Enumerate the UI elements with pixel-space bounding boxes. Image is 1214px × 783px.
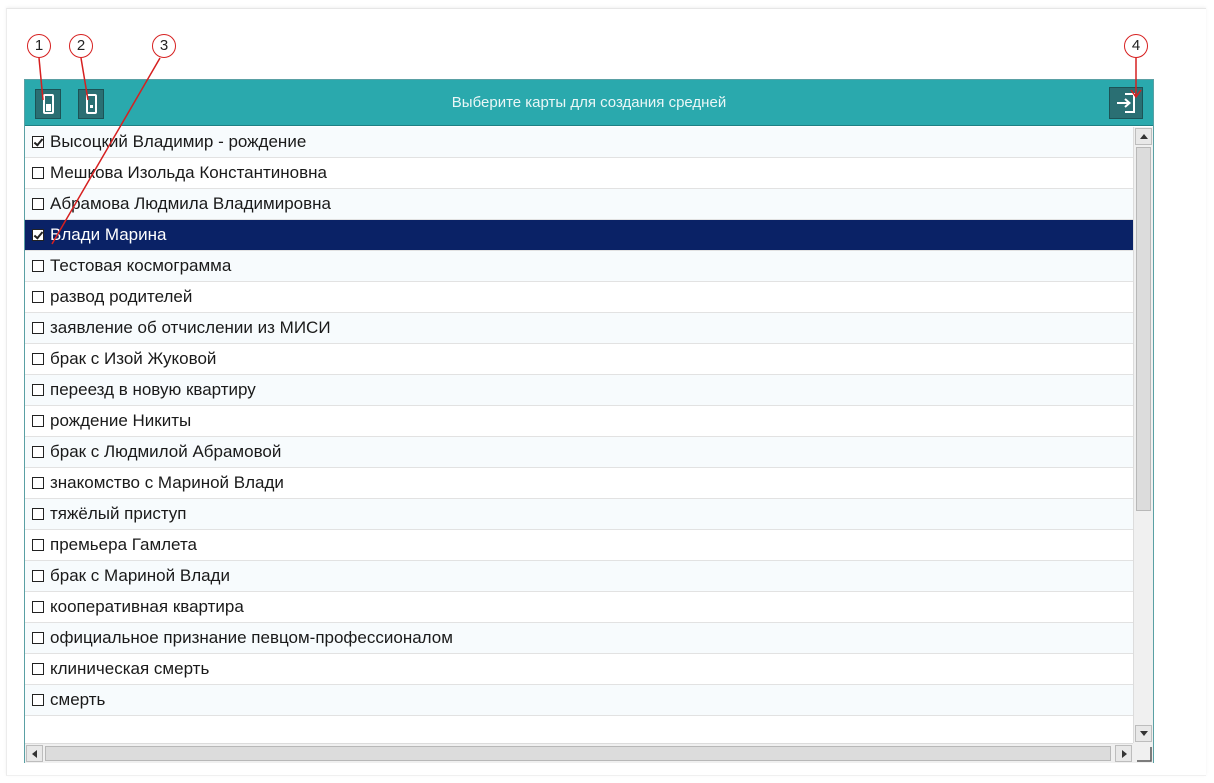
checkbox-filled-icon [42,94,54,114]
scroll-down-icon[interactable] [1135,725,1152,742]
list-item-label: заявление об отчислении из МИСИ [50,318,331,337]
list-item[interactable]: Мешкова Изольда Константиновна [25,158,1133,189]
list-item-label: брак с Людмилой Абрамовой [50,442,282,461]
scroll-left-icon[interactable] [26,745,43,762]
scroll-right-icon[interactable] [1115,745,1132,762]
list-item[interactable]: Влади Марина [25,220,1133,251]
checkbox-unchecked-icon[interactable] [32,477,44,489]
list-item-label: знакомство с Мариной Влади [50,473,284,492]
list-item[interactable]: брак с Изой Жуковой [25,344,1133,375]
resize-grip-icon[interactable] [1133,743,1153,763]
checkbox-unchecked-icon[interactable] [32,353,44,365]
callout-1: 1 [27,34,51,58]
list-item[interactable]: официальное признание певцом-профессиона… [25,623,1133,654]
list-item-label: рождение Никиты [50,411,192,430]
list-item[interactable]: клиническая смерть [25,654,1133,685]
list-item[interactable]: Абрамова Людмила Владимировна [25,189,1133,220]
checkbox-checked-icon[interactable] [32,136,44,148]
card-selection-window: Выберите карты для создания средней Высо… [24,79,1154,763]
checkbox-unchecked-icon[interactable] [32,663,44,675]
checkbox-unchecked-icon[interactable] [32,446,44,458]
callout-3: 3 [152,34,176,58]
select-none-button[interactable] [78,89,104,119]
list-item-label: брак с Изой Жуковой [50,349,217,368]
list-item-label: тяжёлый приступ [50,504,187,523]
checkbox-empty-icon [85,94,97,114]
list-item[interactable]: знакомство с Мариной Влади [25,468,1133,499]
checkbox-unchecked-icon[interactable] [32,508,44,520]
list-area: Высоцкий Владимир - рождение Мешкова Изол… [25,127,1153,763]
list-item-label: кооперативная квартира [50,597,244,616]
list-item-label: брак с Мариной Влади [50,566,230,585]
checkbox-unchecked-icon[interactable] [32,291,44,303]
checkbox-unchecked-icon[interactable] [32,198,44,210]
list-item[interactable]: переезд в новую квартиру [25,375,1133,406]
horizontal-scroll-thumb[interactable] [45,746,1111,761]
list-item-label: Абрамова Людмила Владимировна [50,194,331,213]
list-item[interactable]: кооперативная квартира [25,592,1133,623]
list-item-label: смерть [50,690,106,709]
checkbox-unchecked-icon[interactable] [32,570,44,582]
login-arrow-icon [1117,93,1135,113]
chart-list: Высоцкий Владимир - рождение Мешкова Изол… [25,127,1133,743]
vertical-scroll-thumb[interactable] [1136,147,1151,511]
list-item-label: премьера Гамлета [50,535,197,554]
select-all-button[interactable] [35,89,61,119]
checkbox-unchecked-icon[interactable] [32,539,44,551]
list-item-label: официальное признание певцом-профессиона… [50,628,453,647]
checkbox-unchecked-icon[interactable] [32,322,44,334]
list-item-label: развод родителей [50,287,193,306]
checkbox-unchecked-icon[interactable] [32,415,44,427]
checkbox-unchecked-icon[interactable] [32,260,44,272]
callout-2: 2 [69,34,93,58]
checkbox-unchecked-icon[interactable] [32,694,44,706]
vertical-scrollbar[interactable] [1133,127,1153,743]
list-item-label: Тестовая космограмма [50,256,232,275]
list-item[interactable]: заявление об отчислении из МИСИ [25,313,1133,344]
list-item[interactable]: тяжёлый приступ [25,499,1133,530]
list-item[interactable]: брак с Мариной Влади [25,561,1133,592]
scroll-up-icon[interactable] [1135,128,1152,145]
list-item-label: Высоцкий Владимир - рождение [50,132,307,151]
window-title: Выберите карты для создания средней [451,94,727,111]
list-item-label: Мешкова Изольда Константиновна [50,163,328,182]
list-item[interactable]: премьера Гамлета [25,530,1133,561]
checkbox-checked-icon[interactable] [32,229,44,241]
horizontal-scrollbar[interactable] [25,743,1133,763]
list-item-label: Влади Марина [50,220,1133,250]
checkbox-unchecked-icon[interactable] [32,601,44,613]
list-item[interactable]: рождение Никиты [25,406,1133,437]
list-item[interactable]: развод родителей [25,282,1133,313]
list-item[interactable]: Высоцкий Владимир - рождение [25,127,1133,158]
list-item[interactable]: брак с Людмилой Абрамовой [25,437,1133,468]
checkbox-unchecked-icon[interactable] [32,384,44,396]
callout-4: 4 [1124,34,1148,58]
exit-button[interactable] [1109,87,1143,119]
list-item-label: переезд в новую квартиру [50,380,256,399]
checkbox-unchecked-icon[interactable] [32,632,44,644]
checkbox-unchecked-icon[interactable] [32,167,44,179]
list-item[interactable]: смерть [25,685,1133,716]
titlebar: Выберите карты для создания средней [25,80,1153,126]
list-item[interactable]: Тестовая космограмма [25,251,1133,282]
list-item-label: клиническая смерть [50,659,210,678]
